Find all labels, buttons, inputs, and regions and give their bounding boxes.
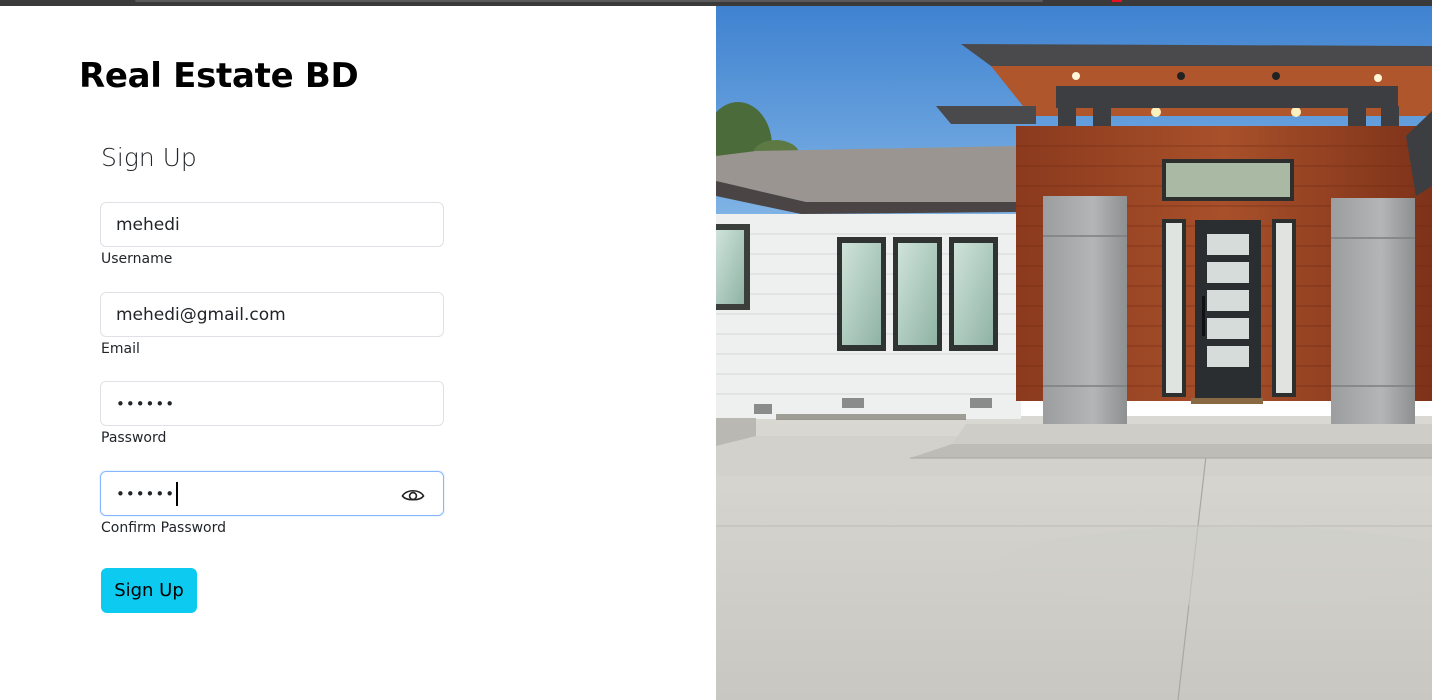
confirm-password-label: Confirm Password [101, 520, 227, 536]
username-group: mehedi Username [100, 202, 444, 267]
email-group: mehedi@gmail.com Email [100, 292, 444, 357]
signup-panel: Real Estate BD Sign Up mehedi Username m… [0, 6, 716, 700]
username-label: Username [101, 251, 173, 267]
password-input[interactable]: •••••• [100, 381, 444, 426]
eye-icon[interactable] [401, 486, 425, 503]
password-label: Password [101, 430, 167, 446]
email-value: mehedi@gmail.com [116, 304, 286, 325]
username-value: mehedi [116, 214, 180, 235]
confirm-password-input[interactable]: •••••• [100, 471, 444, 516]
text-caret [176, 481, 178, 506]
username-input[interactable]: mehedi [100, 202, 444, 247]
brand-title: Real Estate BD [79, 56, 359, 96]
browser-indicator [1112, 0, 1122, 2]
signup-button[interactable]: Sign Up [101, 568, 197, 613]
hero-image [716, 6, 1432, 700]
confirm-password-group: •••••• Confirm Password [100, 471, 444, 536]
password-value: •••••• [116, 394, 176, 413]
confirm-password-value: •••••• [116, 484, 176, 503]
form-title: Sign Up [101, 143, 197, 172]
browser-scroll-strip [135, 0, 1043, 2]
house-illustration [716, 6, 1432, 700]
password-group: •••••• Password [100, 381, 444, 446]
email-input[interactable]: mehedi@gmail.com [100, 292, 444, 337]
email-label: Email [101, 341, 140, 357]
